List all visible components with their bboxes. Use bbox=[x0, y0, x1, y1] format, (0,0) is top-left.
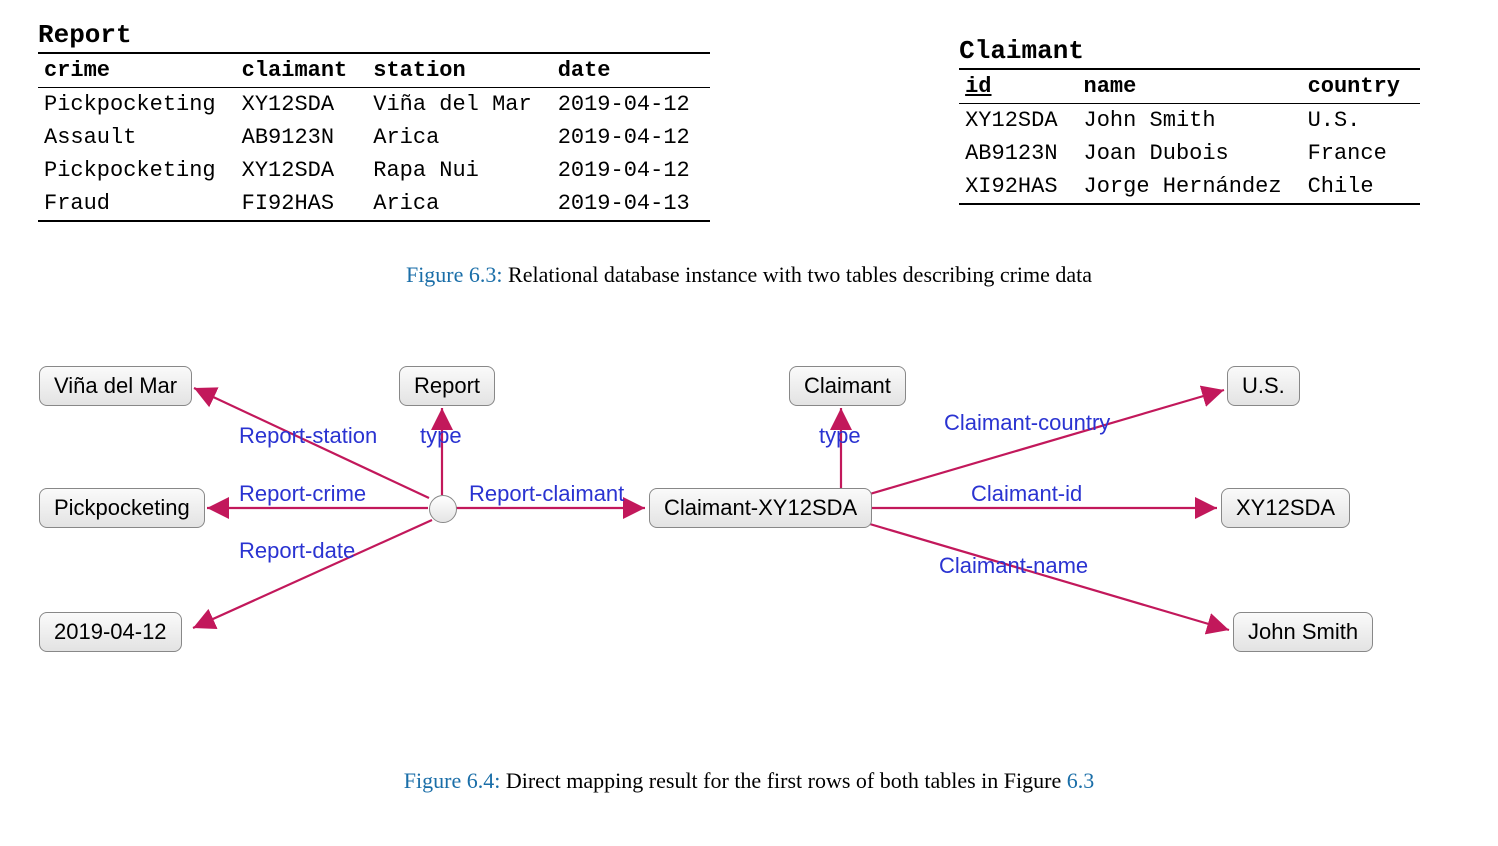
report-table: crime claimant station date Pickpocketin… bbox=[38, 52, 710, 222]
edge-claimant-name: Claimant-name bbox=[939, 553, 1088, 579]
node-report: Report bbox=[399, 366, 495, 406]
report-cell: FI92HAS bbox=[236, 187, 368, 221]
report-cell: Pickpocketing bbox=[38, 88, 236, 122]
tables-row: Report crime claimant station date Pickp… bbox=[0, 0, 1498, 222]
table-row: Pickpocketing XY12SDA Rapa Nui 2019-04-1… bbox=[38, 154, 710, 187]
edge-report-crime: Report-crime bbox=[239, 481, 366, 507]
claimant-cell: John Smith bbox=[1078, 104, 1302, 138]
figure-number: Figure 6.3: bbox=[406, 262, 503, 287]
report-cell: Pickpocketing bbox=[38, 154, 236, 187]
report-cell: XY12SDA bbox=[236, 154, 368, 187]
report-table-block: Report crime claimant station date Pickp… bbox=[38, 20, 710, 222]
report-cell: Assault bbox=[38, 121, 236, 154]
figure-text: Direct mapping result for the first rows… bbox=[500, 768, 1066, 793]
node-pick: Pickpocketing bbox=[39, 488, 205, 528]
claimant-col-id: id bbox=[959, 69, 1077, 104]
node-vina: Viña del Mar bbox=[39, 366, 192, 406]
claimant-cell: France bbox=[1302, 137, 1420, 170]
node-us: U.S. bbox=[1227, 366, 1300, 406]
report-col-station: station bbox=[367, 53, 551, 88]
mapping-diagram: Viña del Mar Pickpocketing 2019-04-12 Re… bbox=[29, 338, 1469, 698]
node-claimant: Claimant bbox=[789, 366, 906, 406]
node-john: John Smith bbox=[1233, 612, 1373, 652]
table-row: Pickpocketing XY12SDA Viña del Mar 2019-… bbox=[38, 88, 710, 122]
table-row: XI92HAS Jorge Hernández Chile bbox=[959, 170, 1420, 204]
figure-text: Relational database instance with two ta… bbox=[503, 262, 1093, 287]
claimant-col-country: country bbox=[1302, 69, 1420, 104]
report-cell: Fraud bbox=[38, 187, 236, 221]
node-blank bbox=[429, 495, 457, 523]
claimant-cell: Chile bbox=[1302, 170, 1420, 204]
report-cell: Rapa Nui bbox=[367, 154, 551, 187]
claimant-title: Claimant bbox=[959, 36, 1420, 66]
report-title: Report bbox=[38, 20, 710, 50]
claimant-cell: Jorge Hernández bbox=[1078, 170, 1302, 204]
figure-6-4-caption: Figure 6.4: Direct mapping result for th… bbox=[0, 768, 1498, 794]
report-cell: Viña del Mar bbox=[367, 88, 551, 122]
node-xid: XY12SDA bbox=[1221, 488, 1350, 528]
report-col-crime: crime bbox=[38, 53, 236, 88]
table-row: AB9123N Joan Dubois France bbox=[959, 137, 1420, 170]
report-cell: Arica bbox=[367, 187, 551, 221]
table-row: Assault AB9123N Arica 2019-04-12 bbox=[38, 121, 710, 154]
claimant-cell: U.S. bbox=[1302, 104, 1420, 138]
claimant-col-name: name bbox=[1078, 69, 1302, 104]
report-col-date: date bbox=[552, 53, 710, 88]
report-cell: 2019-04-13 bbox=[552, 187, 710, 221]
figure-ref-link[interactable]: 6.3 bbox=[1067, 768, 1095, 793]
edge-report-station: Report-station bbox=[239, 423, 377, 449]
edge-report-type: type bbox=[420, 423, 462, 449]
claimant-cell: Joan Dubois bbox=[1078, 137, 1302, 170]
report-cell: AB9123N bbox=[236, 121, 368, 154]
edge-claimant-id: Claimant-id bbox=[971, 481, 1082, 507]
figure-6-3-caption: Figure 6.3: Relational database instance… bbox=[0, 262, 1498, 288]
claimant-cell: XI92HAS bbox=[959, 170, 1077, 204]
figure-number: Figure 6.4: bbox=[404, 768, 501, 793]
report-cell: 2019-04-12 bbox=[552, 88, 710, 122]
claimant-cell: XY12SDA bbox=[959, 104, 1077, 138]
edge-report-claimant: Report-claimant bbox=[469, 481, 624, 507]
report-cell: Arica bbox=[367, 121, 551, 154]
table-row: Fraud FI92HAS Arica 2019-04-13 bbox=[38, 187, 710, 221]
claimant-cell: AB9123N bbox=[959, 137, 1077, 170]
claimant-table: id name country XY12SDA John Smith U.S. … bbox=[959, 68, 1420, 205]
edge-claimant-type: type bbox=[819, 423, 861, 449]
report-cell: 2019-04-12 bbox=[552, 154, 710, 187]
report-cell: 2019-04-12 bbox=[552, 121, 710, 154]
claimant-table-block: Claimant id name country XY12SDA John Sm… bbox=[959, 36, 1420, 205]
node-date: 2019-04-12 bbox=[39, 612, 182, 652]
node-claimant-inst: Claimant-XY12SDA bbox=[649, 488, 872, 528]
edge-claimant-country: Claimant-country bbox=[944, 410, 1110, 436]
edge-report-date: Report-date bbox=[239, 538, 355, 564]
table-row: XY12SDA John Smith U.S. bbox=[959, 104, 1420, 138]
report-col-claimant: claimant bbox=[236, 53, 368, 88]
report-cell: XY12SDA bbox=[236, 88, 368, 122]
